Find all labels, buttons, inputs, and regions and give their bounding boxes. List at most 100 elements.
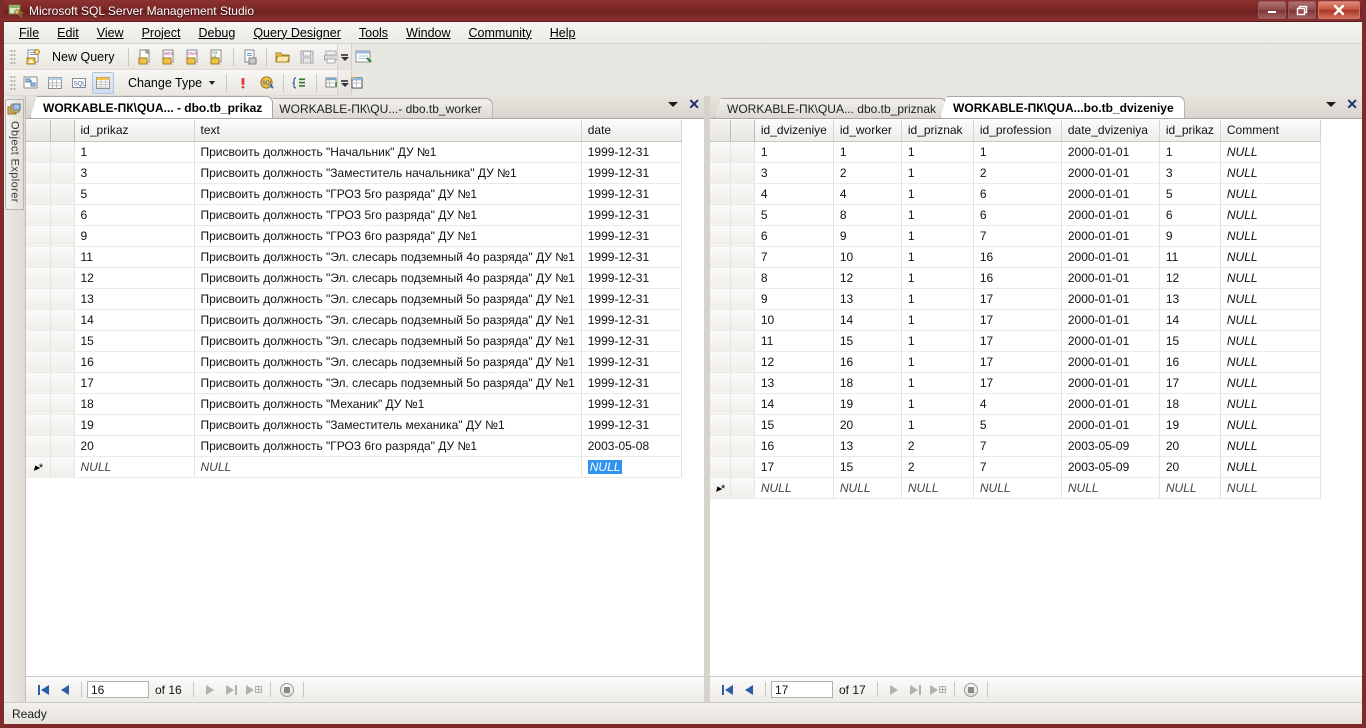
cell-id_worker[interactable]: 18 [833, 372, 902, 394]
menu-tools[interactable]: Tools [350, 24, 397, 42]
cell-text[interactable]: Присвоить должность "Эл. слесарь подземн… [194, 246, 582, 268]
cell-date[interactable]: 1999-12-31 [581, 393, 682, 415]
next-record-button[interactable] [199, 680, 221, 700]
cell-id_dvizeniye[interactable]: 11 [754, 330, 834, 352]
row-marker-cell[interactable] [26, 288, 51, 310]
cell-id_priznak[interactable]: 1 [901, 330, 974, 352]
show-results-pane-toggle-icon[interactable] [92, 71, 114, 94]
cell-date_dvizeniya[interactable]: 2000-01-01 [1061, 351, 1160, 373]
cell-date_dvizeniya[interactable]: 2000-01-01 [1061, 267, 1160, 289]
cell-id_prikaz[interactable]: 13 [74, 288, 195, 310]
cell-Comment[interactable]: NULL [1220, 141, 1321, 163]
show-criteria-pane-toggle-icon[interactable] [44, 72, 66, 94]
show-sql-pane-toggle-icon[interactable]: SQL [68, 72, 90, 94]
left-results-grid[interactable]: id_prikaz text date 1 Присвоить должность… [26, 119, 704, 676]
new-cell-text[interactable]: NULL [194, 456, 582, 478]
cell-date[interactable]: 1999-12-31 [581, 204, 682, 226]
cell-Comment[interactable]: NULL [1220, 309, 1321, 331]
cell-id_priznak[interactable]: 1 [901, 288, 974, 310]
menu-window[interactable]: Window [397, 24, 459, 42]
cell-text[interactable]: Присвоить должность "Эл. слесарь подземн… [194, 309, 582, 331]
new-cell-id_priznak[interactable]: NULL [901, 477, 974, 499]
stop-execution-button[interactable] [960, 680, 982, 700]
row-marker-cell[interactable] [26, 351, 51, 373]
cell-text[interactable]: Присвоить должность "Механик" ДУ №1 [194, 393, 582, 415]
menu-query-designer[interactable]: Query Designer [244, 24, 350, 42]
tab-list-dropdown-icon[interactable] [668, 101, 679, 107]
right-col-id-prikaz[interactable]: id_prikaz [1159, 120, 1221, 142]
cell-id_prikaz[interactable]: 20 [1159, 456, 1221, 478]
cell-id_priznak[interactable]: 2 [901, 435, 974, 457]
row-marker-cell[interactable] [26, 309, 51, 331]
cell-id_dvizeniye[interactable]: 9 [754, 288, 834, 310]
cell-id_prikaz[interactable]: 1 [74, 141, 195, 163]
close-tab-icon[interactable]: ✕ [688, 97, 700, 111]
row-select-cell[interactable] [730, 246, 755, 268]
row-marker-cell[interactable] [26, 372, 51, 394]
menu-edit[interactable]: Edit [48, 24, 88, 42]
cell-id_prikaz[interactable]: 9 [1159, 225, 1221, 247]
new-record-button[interactable] [243, 680, 265, 700]
show-diagram-pane-toggle-icon[interactable] [20, 72, 42, 94]
cell-id_profession[interactable]: 1 [973, 141, 1062, 163]
row-marker-cell[interactable] [26, 435, 51, 457]
cell-text[interactable]: Присвоить должность "Эл. слесарь подземн… [194, 267, 582, 289]
close-button[interactable] [1318, 1, 1360, 19]
cell-id_worker[interactable]: 8 [833, 204, 902, 226]
new-cell-id_worker[interactable]: NULL [833, 477, 902, 499]
new-query-button[interactable]: New Query [19, 46, 124, 68]
row-marker-cell[interactable] [26, 267, 51, 289]
cell-date[interactable]: 2003-05-08 [581, 435, 682, 457]
cell-id_dvizeniye[interactable]: 6 [754, 225, 834, 247]
row-select-cell[interactable] [50, 267, 75, 289]
new-cell-id_prikaz[interactable]: NULL [74, 456, 195, 478]
cell-id_profession[interactable]: 5 [973, 414, 1062, 436]
table-row[interactable]: 17 Присвоить должность "Эл. слесарь подзе… [26, 372, 682, 394]
row-select-cell[interactable] [50, 141, 75, 163]
cell-id_prikaz[interactable]: 19 [1159, 414, 1221, 436]
new-cell-date_dvizeniya[interactable]: NULL [1061, 477, 1160, 499]
cell-id_priznak[interactable]: 1 [901, 393, 974, 415]
cell-id_dvizeniye[interactable]: 17 [754, 456, 834, 478]
row-marker-cell[interactable] [710, 351, 731, 373]
cell-text[interactable]: Присвоить должность "Начальник" ДУ №1 [194, 141, 582, 163]
row-select-cell[interactable] [50, 225, 75, 247]
new-mdx-query-icon[interactable]: MDX [158, 46, 180, 68]
table-row[interactable]: 3 Присвоить должность "Заместитель началь… [26, 162, 682, 184]
row-select-cell[interactable] [730, 456, 755, 478]
cell-id_prikaz[interactable]: 12 [74, 267, 195, 289]
row-select-cell[interactable] [730, 393, 755, 415]
cell-Comment[interactable]: NULL [1220, 351, 1321, 373]
cell-id_priznak[interactable]: 1 [901, 183, 974, 205]
cell-id_priznak[interactable]: 1 [901, 225, 974, 247]
row-select-cell[interactable] [50, 246, 75, 268]
cell-date_dvizeniya[interactable]: 2000-01-01 [1061, 162, 1160, 184]
first-record-button[interactable] [716, 680, 738, 700]
cell-id_prikaz[interactable]: 14 [74, 309, 195, 331]
cell-id_prikaz[interactable]: 13 [1159, 288, 1221, 310]
cell-Comment[interactable]: NULL [1220, 183, 1321, 205]
cell-id_worker[interactable]: 16 [833, 351, 902, 373]
cell-id_priznak[interactable]: 1 [901, 246, 974, 268]
row-select-cell[interactable] [50, 183, 75, 205]
row-select-cell[interactable] [730, 309, 755, 331]
cell-id_profession[interactable]: 16 [973, 246, 1062, 268]
first-record-button[interactable] [32, 680, 54, 700]
row-marker-cell[interactable] [710, 162, 731, 184]
new-dmx-query-icon[interactable]: DMX [182, 46, 204, 68]
cell-id_prikaz[interactable]: 18 [74, 393, 195, 415]
row-marker-cell[interactable] [710, 372, 731, 394]
row-select-cell[interactable] [730, 183, 755, 205]
group-by-icon[interactable] [289, 72, 311, 94]
current-record-input[interactable] [771, 681, 833, 698]
new-record-button[interactable] [927, 680, 949, 700]
table-row[interactable]: 15 20 1 5 2000-01-01 19 NULL [710, 414, 1321, 436]
standard-toolbar-overflow[interactable] [337, 44, 351, 70]
cell-text[interactable]: Присвоить должность "ГРОЗ 5го разряда" Д… [194, 204, 582, 226]
row-select-cell[interactable] [730, 372, 755, 394]
cell-text[interactable]: Присвоить должность "Заместитель механик… [194, 414, 582, 436]
cell-id_dvizeniye[interactable]: 13 [754, 372, 834, 394]
row-select-cell[interactable] [730, 351, 755, 373]
table-row[interactable]: 7 10 1 16 2000-01-01 11 NULL [710, 246, 1321, 268]
cell-date_dvizeniya[interactable]: 2000-01-01 [1061, 372, 1160, 394]
